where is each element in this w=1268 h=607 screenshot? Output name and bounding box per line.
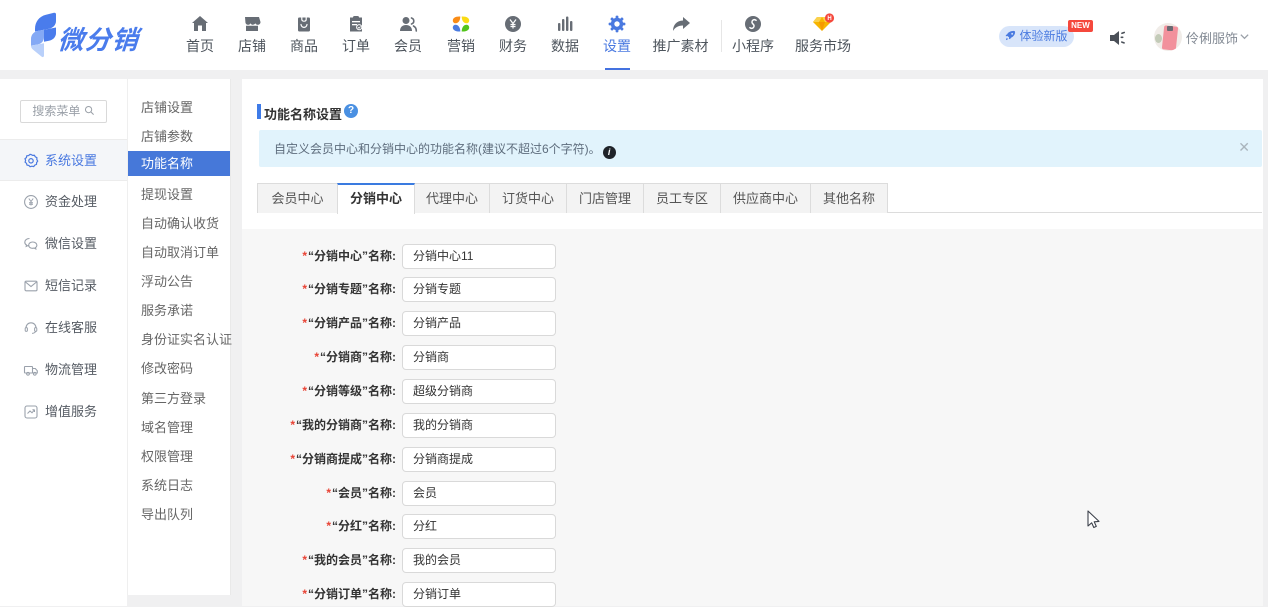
svg-text:H: H <box>827 16 831 22</box>
